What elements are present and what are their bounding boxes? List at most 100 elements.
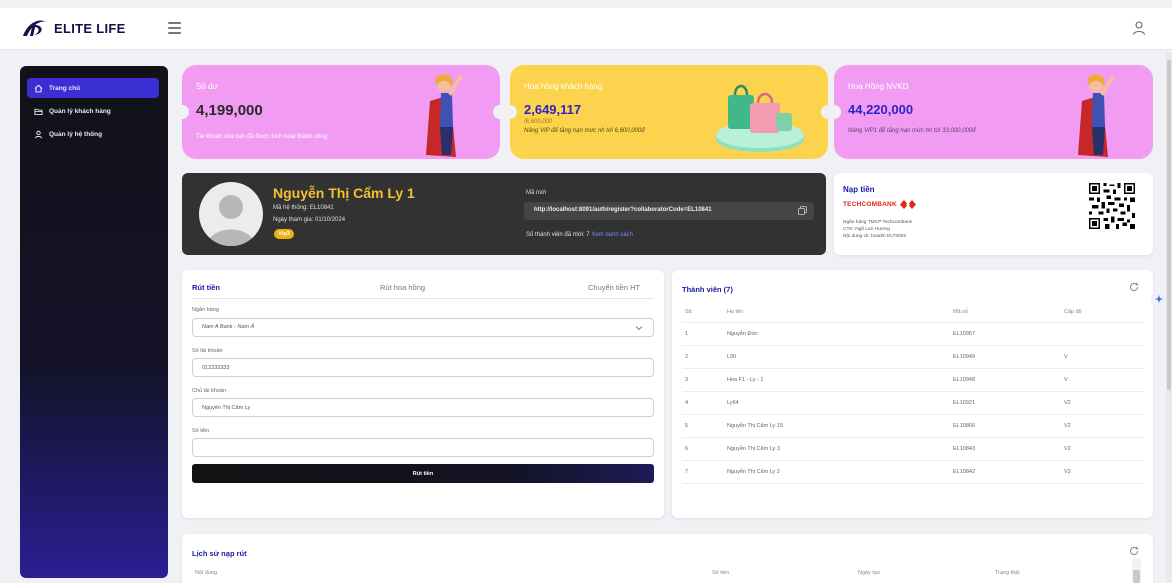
invite-url: http://localhost:8091/auth/register?coll… [534, 207, 712, 213]
superhero-illustration-icon [426, 74, 463, 157]
invited-members-count: Số thành viên đã mời: 7 Xem danh sách [526, 232, 633, 238]
invite-code-label: Mã mời [526, 190, 547, 196]
table-cell: Hoa F1 - Ly - 1 [727, 368, 953, 392]
balance-card: Số dư 4,199,000 Tài khoản của bạn đã đượ… [182, 65, 500, 159]
invite-link-box[interactable]: http://localhost:8091/auth/register?coll… [524, 202, 814, 220]
chevron-down-icon [635, 326, 643, 331]
column-header: Họ tên [727, 302, 953, 323]
bank-label: Ngân hàng [192, 307, 219, 313]
table-cell: EL10866 [953, 414, 1064, 438]
user-icon [34, 130, 43, 138]
history-panel: Lịch sử nạp rút Nội dung Số tiền Ngày tạ… [182, 534, 1153, 583]
superhero-illustration-icon [1078, 74, 1115, 157]
column-header: Ngày tạo [858, 570, 881, 576]
table-cell: 3 [682, 368, 727, 392]
profile-card: Nguyễn Thị Cẩm Ly 1 Mã hệ thống: EL10841… [182, 173, 826, 255]
user-account-icon[interactable] [1131, 20, 1147, 36]
table-row[interactable]: 4 Ly64 EL10921 V2 [682, 391, 1144, 415]
account-number-input[interactable] [192, 358, 654, 377]
tab-withdraw-commission[interactable]: Rút hoa hồng [380, 283, 425, 292]
table-row[interactable]: 7 Nguyễn Thị Cẩm Ly 2 EL10842 V2 [682, 460, 1144, 484]
deposit-card: Nạp tiền TECHCOMBANK Ngân hàng TMCP Tech… [834, 173, 1153, 255]
join-date: Ngày tham gia: 01/10/2024 [273, 217, 346, 223]
nvkd-commission-label: Hoa Hồng NVKD [848, 82, 909, 91]
sidebar-item-label: Quản lý khách hàng [49, 107, 111, 115]
invited-members-text: Số thành viên đã mời: 7 [526, 232, 590, 238]
account-number-label: Số tài khoản [192, 348, 223, 354]
members-panel: Thành viên (7) Stt Họ tên Mã số Cấp độ 1… [672, 270, 1153, 518]
table-row[interactable]: 2 L90 EL10949 V [682, 345, 1144, 369]
balance-note: Tài khoản của bạn đã được kích hoạt thàn… [196, 134, 328, 140]
table-row[interactable]: 6 Nguyễn Thị Cẩm Ly 3 EL10843 V2 [682, 437, 1144, 461]
refresh-icon[interactable] [1129, 282, 1139, 292]
logo-mark-icon [23, 20, 46, 36]
members-title: Thành viên (7) [682, 285, 733, 294]
table-cell: Nguyễn Thị Cẩm Ly 15 [727, 414, 953, 438]
column-header: Mã số [953, 302, 1064, 323]
column-header: Số tiền [712, 570, 730, 576]
withdraw-tabs: Rút tiền Rút hoa hồng Chuyển tiền HT [182, 280, 664, 296]
column-header: Cấp độ [1064, 302, 1144, 323]
amount-input[interactable] [192, 438, 654, 457]
transfer-note: Nội dung ck: hoadm ELT0002 [843, 234, 907, 239]
sidebar-item-home[interactable]: Trang chủ [27, 78, 159, 98]
table-header-row: Stt Họ tên Mã số Cấp độ [682, 302, 1144, 323]
sidebar-item-label: Quản lý hệ thống [49, 130, 103, 138]
account-holder-input[interactable] [192, 398, 654, 417]
table-cell: EL10843 [953, 437, 1064, 461]
account-holder-label: Chủ tài khoản [192, 388, 226, 394]
menu-toggle-icon[interactable] [168, 22, 181, 34]
table-row[interactable]: 5 Nguyễn Thị Cẩm Ly 15 EL10866 V2 [682, 414, 1144, 438]
customer-commission-note: Nâng VIP để tăng hạn mức nh tới 6,600,00… [524, 128, 645, 134]
tabs-divider [192, 298, 654, 299]
customer-commission-card: Hoa hồng khách hàng 2,649,117 /6,600,000… [510, 65, 828, 159]
history-scrollbar-thumb[interactable] [1133, 570, 1140, 583]
table-cell: V2 [1064, 391, 1144, 415]
table-cell: EL10921 [953, 391, 1064, 415]
column-header: Trạng thái [995, 570, 1020, 576]
table-cell: EL10948 [953, 368, 1064, 392]
table-cell: Nguyễn Đức [727, 322, 953, 346]
nvkd-commission-note: Nâng VIP1 để tăng hạn mức hh tới 33,000,… [848, 128, 976, 134]
sidebar-item-system[interactable]: Quản lý hệ thống [27, 124, 159, 144]
table-cell: 5 [682, 414, 727, 438]
table-cell: V [1064, 345, 1144, 369]
table-cell: V [1064, 368, 1144, 392]
sidebar-item-customers[interactable]: Quản lý khách hàng [27, 101, 159, 121]
view-list-link[interactable]: Xem danh sách [591, 232, 633, 238]
vip-badge: Vip3 [274, 229, 294, 239]
table-cell: Nguyễn Thị Cẩm Ly 2 [727, 460, 953, 484]
table-row[interactable]: 1 Nguyễn Đức EL10957 [682, 322, 1144, 346]
members-table: Stt Họ tên Mã số Cấp độ 1 Nguyễn Đức EL1… [682, 302, 1144, 484]
deposit-title: Nạp tiền [843, 185, 875, 194]
tab-transfer[interactable]: Chuyển tiền HT [588, 283, 640, 292]
logo-text: ELITE LIFE [54, 20, 126, 36]
tab-withdraw[interactable]: Rút tiền [192, 283, 220, 292]
page-scrollbar-thumb[interactable] [1167, 60, 1171, 390]
avatar [199, 182, 263, 246]
techcombank-diamond-icon [899, 200, 916, 209]
bank-select-value: Nam A Bank - Nam Á [202, 324, 255, 330]
withdraw-submit-button[interactable]: Rút tiền [192, 464, 654, 483]
table-cell: 7 [682, 460, 727, 484]
bank-select[interactable]: Nam A Bank - Nam Á [192, 318, 654, 337]
techcombank-logo: TECHCOMBANK [843, 200, 916, 209]
table-cell: Ly64 [727, 391, 953, 415]
logo[interactable]: ELITE LIFE [20, 16, 126, 40]
customer-commission-limit: /6,600,000 [524, 119, 553, 125]
customer-commission-value: 2,649,117 [524, 102, 582, 117]
withdraw-panel: Rút tiền Rút hoa hồng Chuyển tiền HT Ngâ… [182, 270, 664, 518]
nvkd-commission-value: 44,220,000 [848, 102, 914, 117]
refresh-icon[interactable] [1129, 546, 1139, 556]
table-cell: EL10957 [953, 322, 1064, 346]
table-cell: 4 [682, 391, 727, 415]
bank-name: Ngân hàng TMCP Techcombank [843, 220, 913, 225]
column-header: Stt [682, 302, 727, 323]
table-cell: 6 [682, 437, 727, 461]
copy-icon[interactable] [798, 206, 807, 215]
table-row[interactable]: 3 Hoa F1 - Ly - 1 EL10948 V [682, 368, 1144, 392]
table-cell: Nguyễn Thị Cẩm Ly 3 [727, 437, 953, 461]
table-cell: V2 [1064, 460, 1144, 484]
table-cell: 1 [682, 322, 727, 346]
sidebar: Trang chủ Quản lý khách hàng Quản lý hệ … [20, 66, 168, 578]
